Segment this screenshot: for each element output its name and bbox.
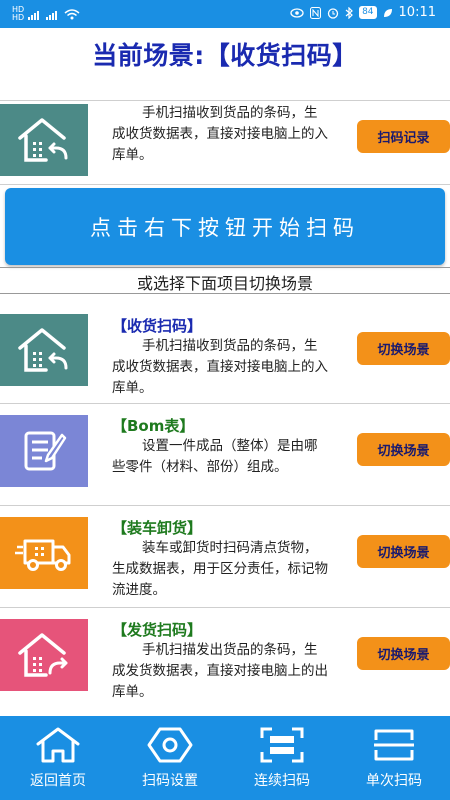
divider	[0, 505, 450, 506]
scene-title: 【Bom表】	[112, 417, 195, 435]
current-scene: 手机扫描收到货品的条码，生成收货数据表，直接对接电脑上的入库单。 扫码记录	[0, 101, 450, 183]
switch-scene-button[interactable]: 切换场景	[357, 433, 450, 466]
single-scan-icon	[374, 729, 414, 761]
scene-item-loading: 【装车卸货】 装车或卸货时扫码清点货物，生成数据表，用于区分责任，标记物流进度。…	[0, 516, 450, 606]
switch-scene-hint: 或选择下面项目切换场景	[136, 274, 313, 293]
nfc-icon	[310, 6, 322, 19]
switch-scene-button[interactable]: 切换场景	[357, 332, 450, 365]
nav-home-label: 返回首页	[30, 773, 86, 789]
current-scene-description: 手机扫描收到货品的条码，生成收货数据表，直接对接电脑上的入库单。	[112, 103, 330, 166]
scene-tile	[0, 314, 88, 386]
signal-icon	[46, 10, 58, 20]
scene-text: 【装车卸货】 装车或卸货时扫码清点货物，生成数据表，用于区分责任，标记物流进度。	[112, 518, 330, 601]
scene-tile	[0, 517, 88, 589]
start-scan-button[interactable]: 点击右下按钮开始扫码	[5, 188, 445, 265]
scene-text: 【发货扫码】 手机扫描发出货品的条码，生成发货数据表，直接对接电脑上的出库单。	[112, 620, 330, 703]
continuous-scan-icon	[260, 727, 304, 763]
scene-tile	[0, 619, 88, 691]
scene-text: 【收货扫码】 手机扫描收到货品的条码，生成收货数据表，直接对接电脑上的入库单。	[112, 316, 330, 399]
signal-icon	[28, 10, 40, 20]
scene-description: 设置一件成品（整体）是由哪些零件（材料、部份）组成。	[112, 438, 318, 475]
switch-scene-button[interactable]: 切换场景	[357, 535, 450, 568]
divider	[0, 403, 450, 404]
house-receive-icon	[18, 328, 68, 372]
nav-scan-settings[interactable]: 扫码设置	[114, 716, 226, 800]
scene-title: 【发货扫码】	[112, 621, 203, 639]
wifi-icon	[64, 9, 80, 20]
home-icon	[36, 727, 80, 763]
divider	[0, 267, 450, 268]
battery-indicator: 84	[359, 6, 377, 19]
house-receive-icon	[18, 118, 68, 162]
switch-scene-button[interactable]: 切换场景	[357, 637, 450, 670]
scene-description: 手机扫描收到货品的条码，生成收货数据表，直接对接电脑上的入库单。	[112, 338, 328, 396]
clock: 10:11	[398, 5, 436, 20]
current-scene-tile	[0, 104, 88, 176]
scene-item-bom: 【Bom表】 设置一件成品（整体）是由哪些零件（材料、部份）组成。 切换场景	[0, 414, 450, 504]
truck-icon	[15, 539, 71, 571]
scene-text: 【Bom表】 设置一件成品（整体）是由哪些零件（材料、部份）组成。	[112, 416, 330, 478]
scene-tile	[0, 415, 88, 487]
page-title: 当前场景:【收货扫码】	[92, 41, 358, 70]
status-bar: HD HD 84 10:11	[0, 0, 450, 28]
document-edit-icon	[24, 431, 67, 471]
scene-description: 手机扫描发出货品的条码，生成发货数据表，直接对接电脑上的出库单。	[112, 642, 328, 700]
scene-item-ship: 【发货扫码】 手机扫描发出货品的条码，生成发货数据表，直接对接电脑上的出库单。 …	[0, 618, 450, 708]
divider	[0, 607, 450, 608]
current-scene-description-text: 手机扫描收到货品的条码，生成收货数据表，直接对接电脑上的入库单。	[112, 105, 328, 163]
settings-hex-icon	[147, 727, 193, 763]
nav-continuous-scan[interactable]: 连续扫码	[226, 716, 338, 800]
scene-description: 装车或卸货时扫码清点货物，生成数据表，用于区分责任，标记物流进度。	[112, 540, 328, 598]
house-send-icon	[18, 633, 68, 677]
status-right: 84 10:11	[290, 5, 436, 20]
leaf-icon	[383, 8, 392, 17]
scene-title: 【装车卸货】	[112, 519, 203, 537]
eye-icon	[290, 7, 304, 18]
nav-single-scan-label: 单次扫码	[366, 773, 422, 789]
hd-label: HD HD	[12, 5, 25, 22]
nav-home[interactable]: 返回首页	[2, 716, 114, 800]
nav-scan-settings-label: 扫码设置	[142, 773, 198, 789]
nav-single-scan[interactable]: 单次扫码	[338, 716, 450, 800]
signal-indicators: HD HD	[12, 6, 80, 22]
scene-item-receive: 【收货扫码】 手机扫描收到货品的条码，生成收货数据表，直接对接电脑上的入库单。 …	[0, 312, 450, 402]
divider	[0, 184, 450, 185]
scan-records-button[interactable]: 扫码记录	[357, 120, 450, 153]
bottom-nav: 返回首页 扫码设置 连续扫码 单次扫码	[0, 716, 450, 800]
bluetooth-icon	[345, 6, 353, 19]
divider	[0, 293, 450, 294]
alarm-icon	[327, 7, 339, 19]
scene-title: 【收货扫码】	[112, 317, 203, 335]
nav-continuous-scan-label: 连续扫码	[254, 773, 310, 789]
